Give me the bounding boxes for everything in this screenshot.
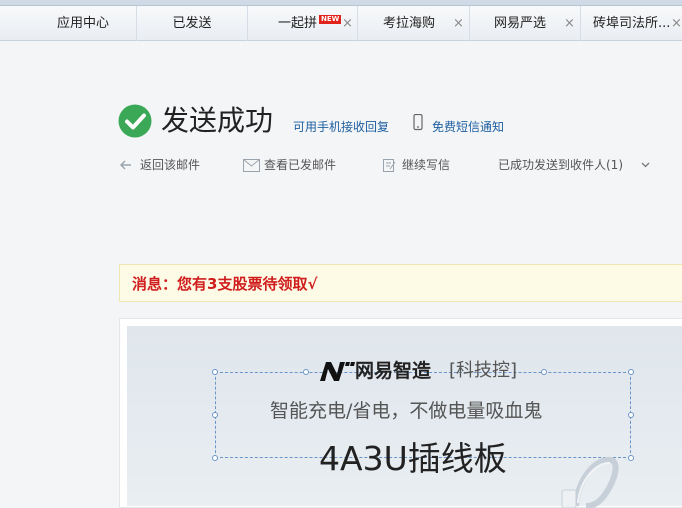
tab-label: 考拉海购 xyxy=(383,16,436,31)
back-to-mail-button[interactable]: 返回该邮件 xyxy=(140,157,200,173)
ad-brand-name: 网易智造 xyxy=(355,360,432,382)
tab-label: 一起拼 xyxy=(278,16,318,31)
sms-notify-link[interactable]: 免费短信通知 xyxy=(432,119,504,135)
tab-label: 网易严选 xyxy=(494,16,547,31)
close-icon[interactable]: × xyxy=(453,6,464,41)
tab-group-buy[interactable]: 一起拼 NEW × xyxy=(248,6,358,41)
tab-label: 应用中心 xyxy=(56,16,109,31)
view-sent-button[interactable]: 查看已发邮件 xyxy=(264,157,336,173)
selection-handle xyxy=(628,412,634,418)
tab-label: 砖埠司法所... xyxy=(593,16,671,31)
tab-yanxuan[interactable]: 网易严选 × xyxy=(470,6,581,41)
continue-writing-button[interactable]: 继续写信 xyxy=(402,157,450,173)
selection-handle xyxy=(212,455,218,461)
ad-product-name: 4A3U插线板 xyxy=(319,439,507,478)
new-badge: NEW xyxy=(319,15,342,24)
selection-handle xyxy=(628,455,634,461)
selection-handle xyxy=(212,412,218,418)
power-strip-image xyxy=(561,456,619,508)
phone-icon xyxy=(413,114,423,131)
tab-judicial-office[interactable]: 砖埠司法所... × xyxy=(581,6,682,41)
envelope-icon xyxy=(243,159,260,172)
tab-label: 已发送 xyxy=(172,16,212,31)
success-check-icon xyxy=(118,104,152,138)
selection-handle xyxy=(628,369,634,375)
tab-bar: 应用中心 已发送 一起拼 NEW × 考拉海购 × 网易严选 × 砖埠司法所..… xyxy=(0,0,682,41)
ad-slogan: 智能充电/省电，不做电量吸血鬼 xyxy=(270,400,543,422)
selection-handle xyxy=(303,369,309,375)
selection-handle xyxy=(212,369,218,375)
netease-logo-icon xyxy=(320,362,355,381)
tab-kaola[interactable]: 考拉海购 × xyxy=(358,6,470,41)
tab-app-center[interactable]: 应用中心 xyxy=(30,6,137,41)
chevron-down-icon[interactable] xyxy=(641,161,650,169)
stock-message-link[interactable]: 消息：您有3支股票待领取√ xyxy=(132,275,317,293)
phone-reply-link[interactable]: 可用手机接收回复 xyxy=(293,119,389,135)
close-icon[interactable]: × xyxy=(564,6,575,41)
message-bar: 消息：您有3支股票待领取√ xyxy=(119,264,682,302)
tab-sent[interactable]: 已发送 xyxy=(137,6,248,41)
ad-brand-tag: [科技控] xyxy=(449,360,518,381)
recipients-dropdown[interactable]: 已成功发送到收件人(1) xyxy=(498,157,623,173)
back-arrow-icon xyxy=(120,160,131,170)
close-icon[interactable]: × xyxy=(671,6,682,41)
close-icon[interactable]: × xyxy=(342,6,353,41)
selection-handle xyxy=(541,369,547,375)
compose-icon xyxy=(383,159,396,172)
send-success-title: 发送成功 xyxy=(161,104,274,137)
